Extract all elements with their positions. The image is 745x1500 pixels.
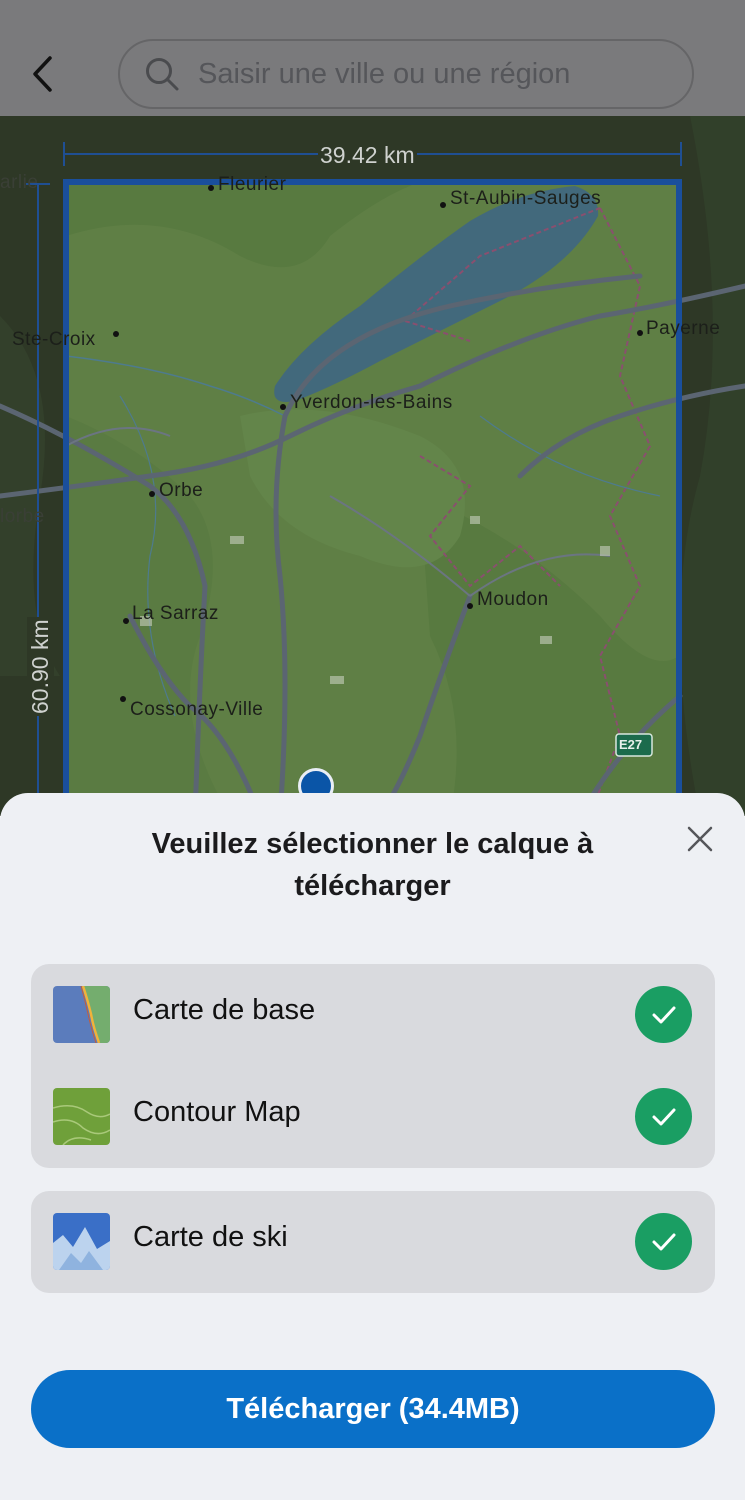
search-bar[interactable] bbox=[118, 39, 694, 109]
search-input[interactable] bbox=[196, 56, 692, 92]
map-view[interactable]: Fleurier St-Aubin-Sauges arlie Ste-Croix… bbox=[0, 116, 745, 816]
layer-row-contour-map[interactable]: Contour Map bbox=[31, 1066, 715, 1168]
contour-map-thumbnail bbox=[53, 1088, 110, 1145]
layer-label: Carte de ski bbox=[133, 1221, 288, 1253]
layer-label: Contour Map bbox=[133, 1096, 301, 1128]
back-button[interactable] bbox=[22, 50, 62, 98]
layer-group: Carte de base Contour Map bbox=[31, 964, 715, 1168]
place-label: Yverdon-les-Bains bbox=[290, 392, 453, 413]
ski-map-thumbnail bbox=[53, 1213, 110, 1270]
map-canvas bbox=[0, 116, 745, 816]
place-label: Orbe bbox=[159, 480, 204, 501]
width-dimension-label: 39.42 km bbox=[318, 142, 417, 169]
close-button[interactable] bbox=[680, 819, 720, 859]
chevron-left-icon bbox=[33, 56, 52, 92]
sheet-title: Veuillez sélectionner le calque à téléch… bbox=[151, 828, 594, 902]
height-dimension-label: 60.90 km bbox=[27, 617, 54, 716]
place-label: Moudon bbox=[477, 589, 549, 610]
download-button[interactable]: Télécharger (34.4MB) bbox=[31, 1370, 715, 1448]
layer-select-sheet: Veuillez sélectionner le calque à téléch… bbox=[0, 793, 745, 1500]
place-label: arlie bbox=[0, 172, 39, 193]
checkmark-icon[interactable] bbox=[635, 1088, 692, 1145]
close-icon bbox=[687, 826, 713, 852]
layer-group: Carte de ski bbox=[31, 1191, 715, 1293]
place-label: St-Aubin-Sauges bbox=[450, 188, 602, 209]
place-label: Payerne bbox=[646, 318, 721, 339]
search-icon bbox=[144, 55, 182, 93]
place-label: Cossonay-Ville bbox=[130, 699, 264, 720]
place-label: Ste-Croix bbox=[12, 329, 96, 350]
layer-label: Carte de base bbox=[133, 994, 316, 1026]
top-bar bbox=[0, 0, 745, 116]
road-badge-label: E27 bbox=[619, 737, 643, 752]
checkmark-icon[interactable] bbox=[635, 1213, 692, 1270]
place-label: La Sarraz bbox=[132, 603, 219, 624]
place-label: lorbe bbox=[0, 506, 45, 527]
layer-row-ski-map[interactable]: Carte de ski bbox=[31, 1191, 715, 1293]
layer-row-base-map[interactable]: Carte de base bbox=[31, 964, 715, 1066]
base-map-thumbnail bbox=[53, 986, 110, 1043]
place-label: Fleurier bbox=[218, 174, 287, 195]
checkmark-icon[interactable] bbox=[635, 986, 692, 1043]
